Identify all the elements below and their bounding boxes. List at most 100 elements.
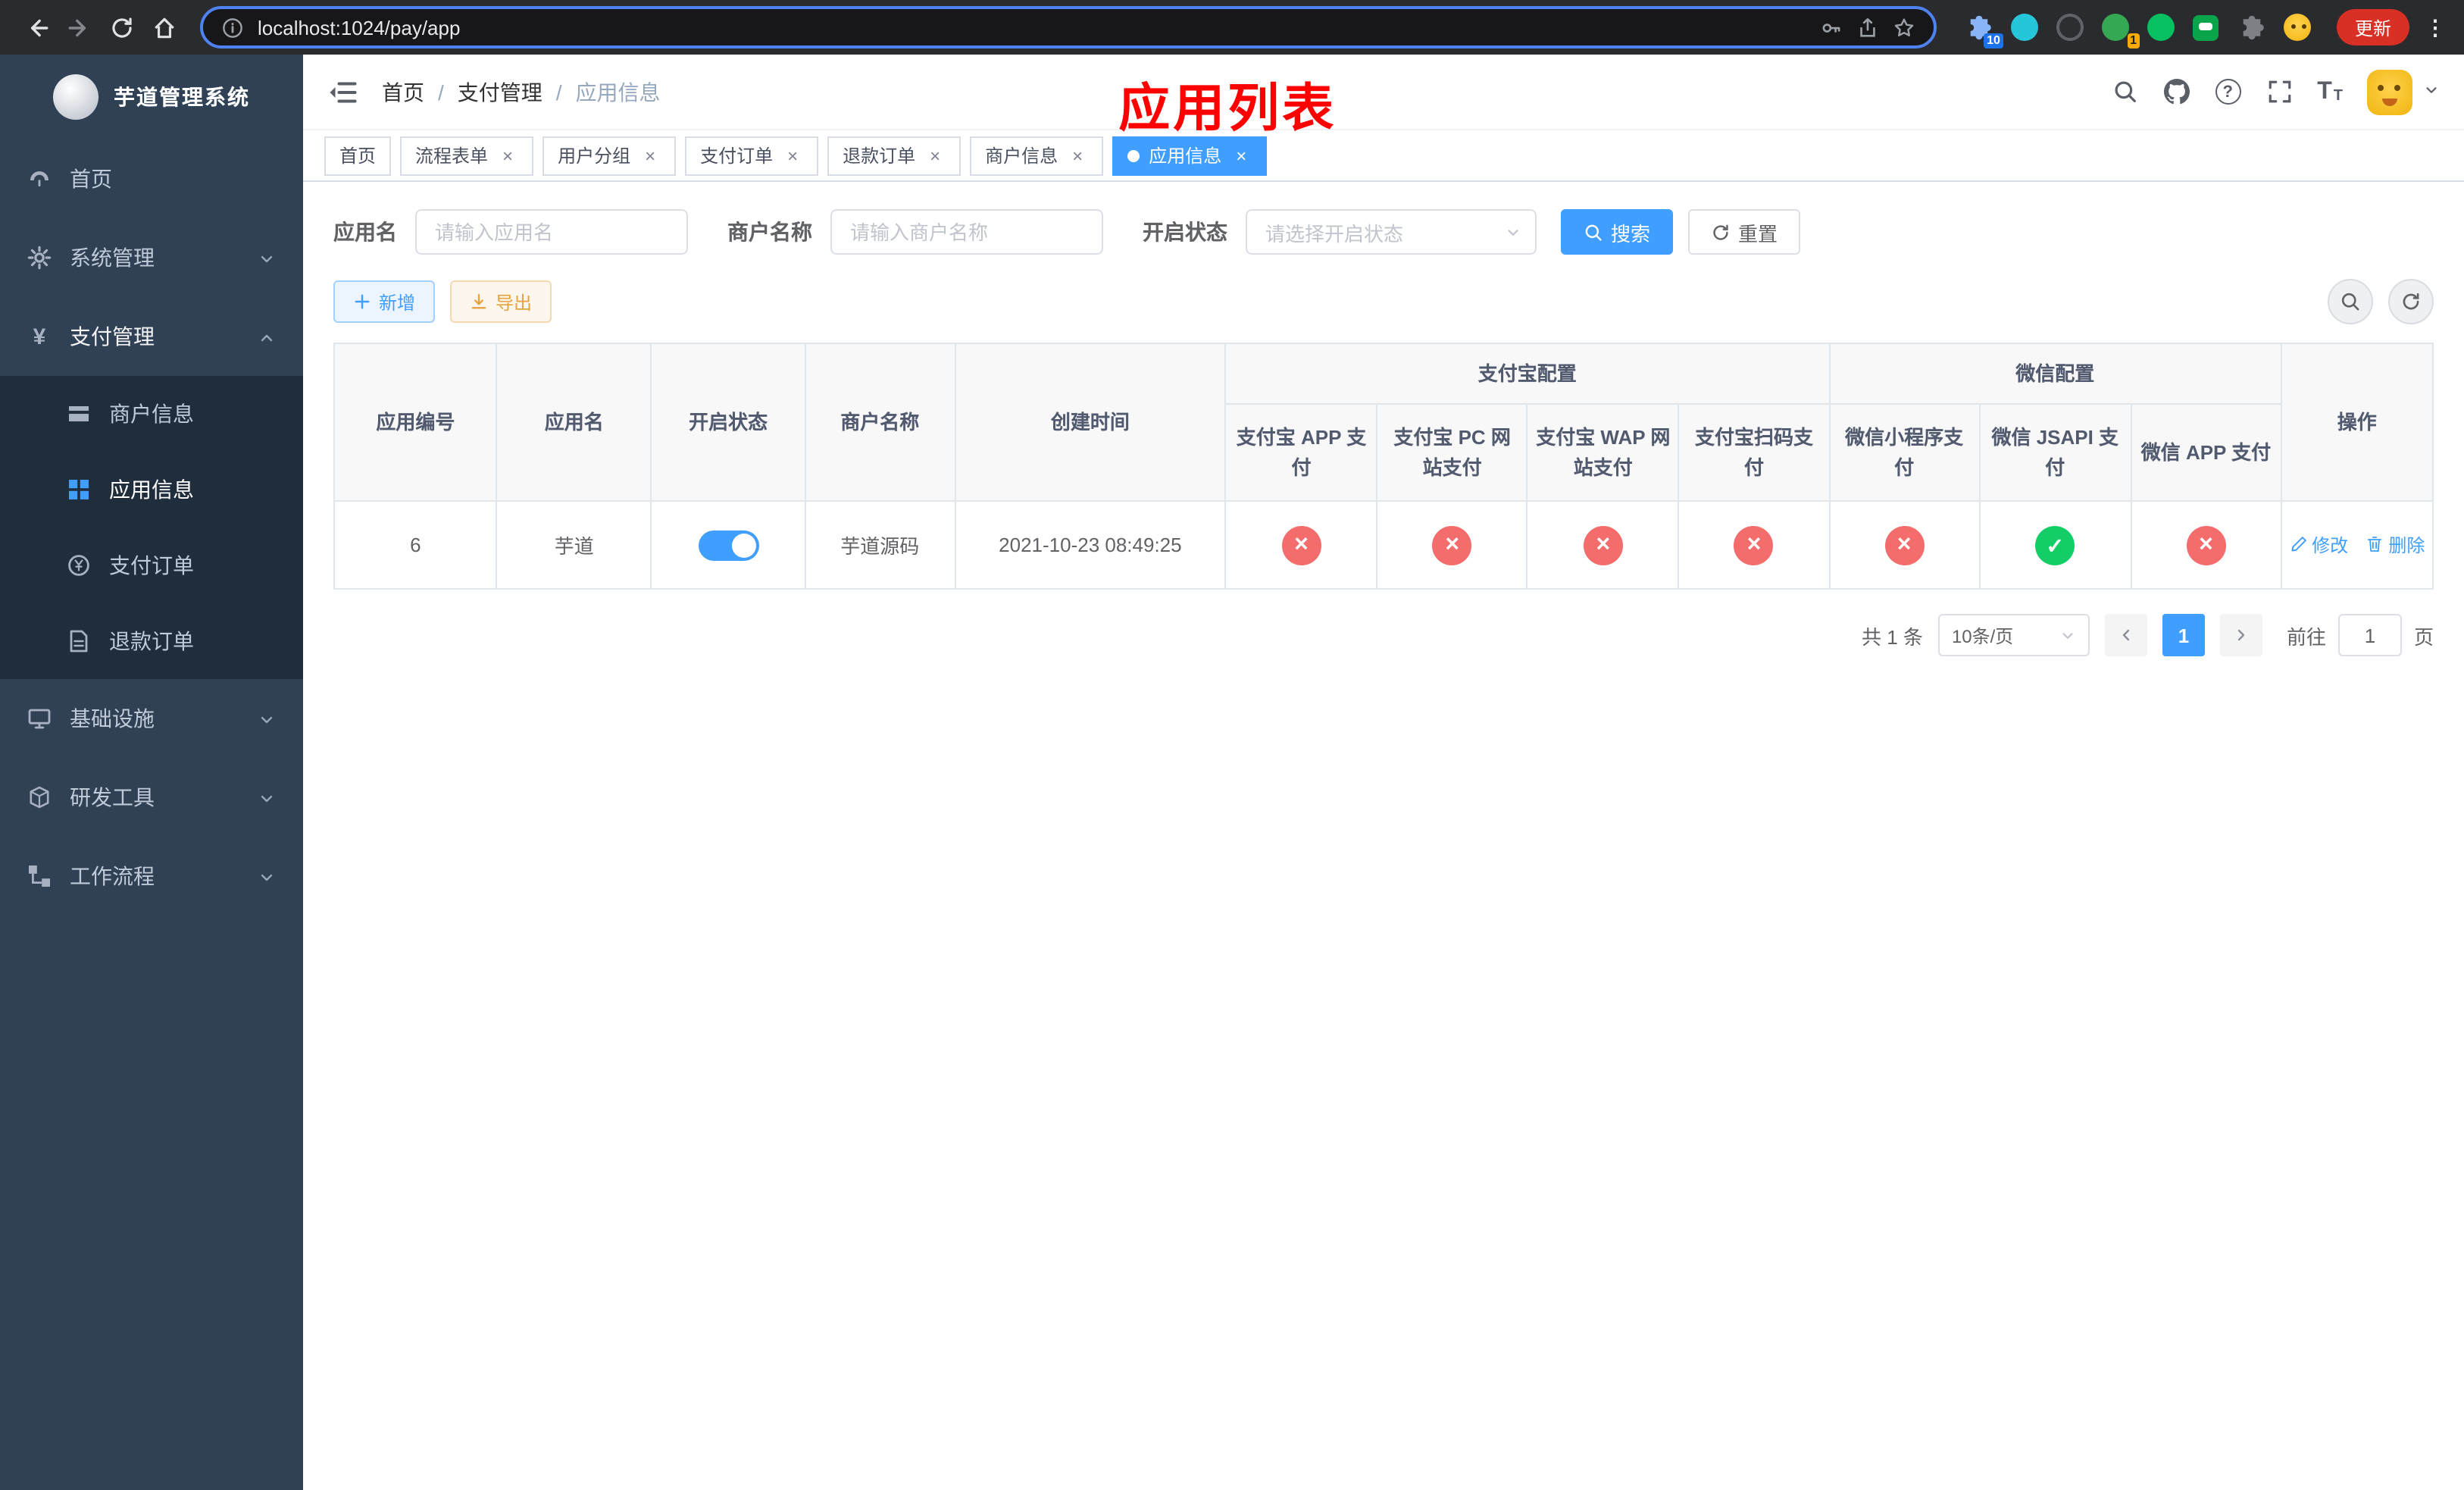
logo-image xyxy=(53,74,98,120)
chevron-down-icon xyxy=(258,249,276,267)
toggle-search-button[interactable] xyxy=(2328,279,2373,324)
user-menu[interactable] xyxy=(2367,69,2440,114)
cell-created: 2021-10-23 08:49:25 xyxy=(954,500,1227,590)
extension-wechat-icon[interactable] xyxy=(2146,12,2176,42)
column-header-status: 开启状态 xyxy=(650,343,806,502)
pagination: 共 1 条 10条/页 1 前往 页 xyxy=(333,614,2434,656)
edit-icon xyxy=(2289,536,2307,554)
sidebar-item-label: 研发工具 xyxy=(70,785,155,809)
tab-home[interactable]: 首页 xyxy=(324,136,392,175)
extension-dark-icon[interactable] xyxy=(2055,12,2085,42)
app-logo[interactable]: 芋道管理系统 xyxy=(0,55,303,139)
plus-icon xyxy=(353,293,371,311)
page-number-1[interactable]: 1 xyxy=(2162,614,2205,656)
close-icon[interactable] xyxy=(1067,145,1088,166)
sidebar-item-workflow[interactable]: 工作流程 xyxy=(0,837,303,916)
close-icon[interactable] xyxy=(782,145,803,166)
tab-process-form[interactable]: 流程表单 xyxy=(400,136,534,175)
sidebar-item-app-info[interactable]: 应用信息 xyxy=(0,452,303,527)
column-header-merchant: 商户名称 xyxy=(804,343,956,502)
sidebar-item-pay-orders[interactable]: 支付订单 xyxy=(0,527,303,603)
browser-back-button[interactable] xyxy=(15,6,58,49)
toolbar-right xyxy=(2328,279,2434,324)
tab-app-info[interactable]: 应用信息 xyxy=(1112,136,1268,175)
add-button[interactable]: 新增 xyxy=(333,280,436,323)
refresh-icon xyxy=(1711,222,1731,242)
sidebar-item-label: 退款订单 xyxy=(109,629,194,653)
sidebar-item-dev-tools[interactable]: 研发工具 xyxy=(0,758,303,837)
close-icon[interactable] xyxy=(1230,145,1252,166)
page-size-select[interactable]: 10条/页 xyxy=(1937,614,2090,656)
search-icon[interactable] xyxy=(2111,78,2138,105)
merchant-name-input[interactable] xyxy=(830,209,1103,255)
sidebar-item-merchant-info[interactable]: 商户信息 xyxy=(0,376,303,452)
close-icon[interactable] xyxy=(497,145,518,166)
tab-pay-orders[interactable]: 支付订单 xyxy=(685,136,819,175)
cell-ops: 修改 删除 xyxy=(2280,500,2434,590)
share-icon[interactable] xyxy=(1856,16,1879,39)
sidebar-item-system[interactable]: 系统管理 xyxy=(0,218,303,297)
pagination-total: 共 1 条 xyxy=(1862,625,1923,648)
close-icon[interactable] xyxy=(639,145,661,166)
font-size-icon[interactable] xyxy=(2317,80,2343,104)
password-key-icon[interactable] xyxy=(1820,16,1843,39)
extension-profile-icon[interactable]: 1 xyxy=(2100,12,2140,49)
alipay-app-status-icon xyxy=(1281,525,1321,565)
app-table: 应用编号 应用名 开启状态 商户名称 创建时间 支付宝配置 微信配置 操作 支付… xyxy=(333,343,2434,590)
delete-button[interactable]: 删除 xyxy=(2366,532,2425,558)
app-frame: 芋道管理系统 首页 系统管理 支付管理 商户信息 xyxy=(0,55,2464,1490)
github-icon[interactable] xyxy=(2162,78,2190,105)
fullscreen-icon[interactable] xyxy=(2265,78,2293,105)
column-header-wx-app: 微信 APP 支付 xyxy=(2130,403,2282,502)
tab-label: 退款订单 xyxy=(843,146,916,167)
chevron-up-icon xyxy=(258,327,276,346)
sidebar-item-label: 应用信息 xyxy=(109,477,194,502)
breadcrumb-payment[interactable]: 支付管理 xyxy=(424,77,543,107)
browser-update-button[interactable]: 更新 xyxy=(2336,9,2409,45)
address-bar[interactable]: localhost:1024/pay/app xyxy=(200,6,1937,49)
extension-puzzle-icon[interactable]: 10 xyxy=(1964,12,2003,49)
site-info-icon[interactable] xyxy=(221,16,244,39)
browser-refresh-button[interactable] xyxy=(100,6,142,49)
export-button[interactable]: 导出 xyxy=(450,280,552,323)
grid-icon xyxy=(67,477,91,502)
edit-button[interactable]: 修改 xyxy=(2289,532,2348,558)
tab-merchant-info[interactable]: 商户信息 xyxy=(970,136,1104,175)
extension-teal-icon[interactable] xyxy=(2009,12,2040,42)
sidebar-item-refund-orders[interactable]: 退款订单 xyxy=(0,603,303,679)
status-select[interactable]: 请选择开启状态 xyxy=(1246,209,1537,255)
chevron-down-icon xyxy=(2059,627,2076,643)
refresh-table-button[interactable] xyxy=(2388,279,2434,324)
goto-page-input[interactable] xyxy=(2337,614,2402,656)
bookmark-star-icon[interactable] xyxy=(1893,16,1915,39)
sidebar-item-payment[interactable]: 支付管理 xyxy=(0,297,303,376)
tab-user-group[interactable]: 用户分组 xyxy=(543,136,677,175)
browser-forward-button[interactable] xyxy=(58,6,100,49)
sidebar-collapse-icon[interactable] xyxy=(327,77,358,107)
sidebar-item-home[interactable]: 首页 xyxy=(0,139,303,218)
browser-toolbar: localhost:1024/pay/app 10 1 更新 xyxy=(0,0,2464,55)
chevron-down-icon xyxy=(258,867,276,885)
browser-menu-icon[interactable] xyxy=(2422,14,2449,40)
tab-label: 用户分组 xyxy=(558,146,631,167)
close-icon[interactable] xyxy=(924,145,946,166)
prev-page-button[interactable] xyxy=(2104,614,2147,656)
tab-refund-orders[interactable]: 退款订单 xyxy=(827,136,962,175)
extension-emoji-icon[interactable] xyxy=(2282,12,2312,42)
status-toggle[interactable] xyxy=(698,530,759,560)
search-button[interactable]: 搜索 xyxy=(1561,209,1674,255)
breadcrumb-home[interactable]: 首页 xyxy=(382,77,424,107)
screen: localhost:1024/pay/app 10 1 更新 芋道管理系统 xyxy=(0,0,2464,1490)
tab-label: 商户信息 xyxy=(985,146,1058,167)
extension-puzzle2-icon[interactable] xyxy=(2237,12,2267,42)
browser-home-button[interactable] xyxy=(142,6,185,49)
next-page-button[interactable] xyxy=(2219,614,2262,656)
reset-button[interactable]: 重置 xyxy=(1688,209,1801,255)
help-icon[interactable] xyxy=(2214,78,2241,105)
tab-label: 流程表单 xyxy=(415,146,489,167)
column-header-created: 创建时间 xyxy=(954,343,1227,502)
app-name-input[interactable] xyxy=(415,209,688,255)
extension-chat-icon[interactable] xyxy=(2191,12,2222,42)
extension-badge: 1 xyxy=(2127,33,2140,49)
sidebar-item-infrastructure[interactable]: 基础设施 xyxy=(0,679,303,758)
